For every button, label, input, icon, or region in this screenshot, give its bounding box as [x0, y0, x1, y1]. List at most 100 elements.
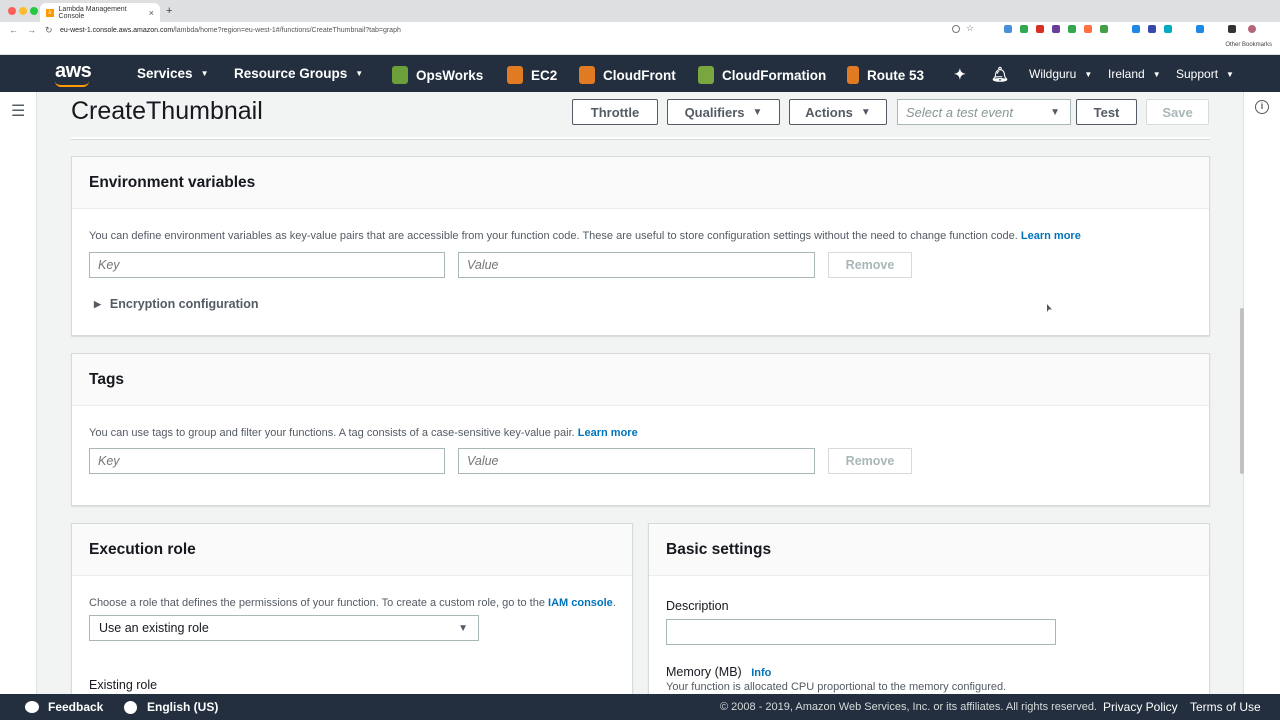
minimize-window-icon[interactable]	[19, 7, 27, 15]
extension-icon[interactable]	[1004, 25, 1012, 33]
env-remove-button[interactable]: Remove	[828, 252, 912, 278]
extension-icon[interactable]	[1148, 25, 1156, 33]
environment-variables-description: You can define environment variables as …	[89, 230, 1081, 242]
chevron-down-icon: ▼	[355, 69, 364, 78]
extension-icon[interactable]	[1052, 25, 1060, 33]
remove-label: Remove	[845, 258, 895, 272]
region-label: Ireland	[1108, 67, 1145, 81]
description-text: You can define environment variables as …	[89, 230, 1018, 242]
bookmarks-bar: Other Bookmarks	[0, 38, 1280, 55]
account-label: Wildguru	[1029, 67, 1077, 81]
encryption-label: Encryption configuration	[109, 297, 259, 311]
zoom-icon[interactable]	[952, 25, 960, 33]
info-icon[interactable]: i	[1255, 100, 1269, 114]
tab-title: Lambda Management Console	[58, 5, 127, 20]
resource-groups-menu[interactable]: Resource Groups ▼	[234, 66, 363, 81]
throttle-label: Throttle	[590, 104, 640, 120]
qualifiers-button[interactable]: Qualifiers ▼	[667, 99, 780, 125]
aws-logo[interactable]: aws	[55, 60, 92, 83]
extension-icon[interactable]	[1068, 25, 1076, 33]
env-key-input[interactable]	[89, 252, 445, 278]
terms-of-use-link[interactable]: Terms of Use	[1190, 700, 1261, 714]
left-sidebar	[0, 92, 37, 694]
extension-icon[interactable]	[1164, 25, 1172, 33]
route53-label: Route 53	[867, 67, 925, 83]
memory-info-link[interactable]: Info	[751, 667, 771, 679]
panel-header	[72, 354, 1209, 406]
copyright-text: © 2008 - 2019, Amazon Web Services, Inc.…	[720, 701, 1097, 713]
privacy-policy-link[interactable]: Privacy Policy	[1103, 700, 1178, 714]
route53-shortcut[interactable]: Route 53	[847, 66, 924, 84]
tag-value-input[interactable]	[458, 448, 815, 474]
tab-close-icon[interactable]: ×	[149, 8, 154, 18]
memory-hint: Your function is allocated CPU proportio…	[666, 681, 1007, 693]
route53-icon	[847, 66, 859, 84]
test-button[interactable]: Test	[1076, 99, 1137, 125]
extension-icon[interactable]	[1132, 25, 1140, 33]
cloudfront-shortcut[interactable]: CloudFront	[579, 66, 676, 84]
triangle-down-icon: ▼	[458, 622, 468, 634]
extension-icon[interactable]	[1084, 25, 1092, 33]
aws-top-nav: aws Services ▼ Resource Groups ▼ OpsWorks …	[0, 55, 1280, 92]
pin-icon[interactable]: ✦	[954, 66, 966, 83]
actions-label: Actions	[805, 104, 853, 120]
learn-more-link[interactable]: Learn more	[1021, 230, 1081, 242]
env-value-input[interactable]	[458, 252, 815, 278]
maximize-window-icon[interactable]	[30, 7, 38, 15]
tag-key-input[interactable]	[89, 448, 445, 474]
extension-icon[interactable]	[1196, 25, 1204, 33]
support-label: Support	[1176, 67, 1219, 81]
new-tab-button[interactable]: +	[166, 5, 172, 17]
extension-icon[interactable]	[1036, 25, 1044, 33]
hamburger-menu-icon[interactable]: ☰	[11, 101, 25, 121]
description-input[interactable]	[666, 619, 1056, 645]
iam-console-link[interactable]: IAM console	[548, 597, 613, 609]
bookmark-star-icon[interactable]: ☆	[966, 23, 974, 33]
throttle-button[interactable]: Throttle	[572, 99, 658, 125]
chevron-down-icon: ▼	[1226, 69, 1234, 79]
period: .	[612, 597, 616, 609]
triangle-down-icon: ▼	[1050, 106, 1060, 118]
cloudformation-shortcut[interactable]: CloudFormation	[698, 66, 826, 84]
region-menu[interactable]: Ireland ▼	[1108, 67, 1161, 81]
speech-bubble-icon	[25, 701, 39, 713]
execution-role-title: Execution role	[89, 541, 196, 558]
existing-role-label: Existing role	[89, 678, 158, 692]
browser-tab[interactable]: λ Lambda Management Console ×	[40, 3, 160, 22]
basic-settings-title: Basic settings	[666, 541, 772, 558]
account-menu[interactable]: Wildguru ▼	[1029, 67, 1092, 81]
extension-icon[interactable]	[1228, 25, 1236, 33]
scrollbar-thumb[interactable]	[1240, 308, 1244, 474]
language-selector[interactable]: English (US)	[124, 700, 218, 714]
ec2-icon	[507, 66, 523, 84]
remove-label: Remove	[845, 454, 895, 468]
ec2-shortcut[interactable]: EC2	[507, 66, 557, 84]
url-field[interactable]: eu-west-1.console.aws.amazon.com/lambda/…	[60, 25, 960, 36]
actions-button[interactable]: Actions ▼	[789, 99, 887, 125]
description-text: Choose a role that defines the permissio…	[89, 597, 545, 609]
close-window-icon[interactable]	[8, 7, 16, 15]
memory-label-row: Memory (MB) Info	[666, 665, 771, 679]
opsworks-shortcut[interactable]: OpsWorks	[392, 66, 483, 84]
profile-avatar[interactable]	[1248, 25, 1256, 33]
opsworks-icon	[392, 66, 408, 84]
services-menu[interactable]: Services ▼	[137, 66, 208, 81]
back-arrow-icon[interactable]: ←	[9, 25, 18, 35]
encryption-configuration-toggle[interactable]: ▶ Encryption configuration	[94, 297, 259, 311]
environment-variables-title: Environment variables	[89, 174, 256, 191]
role-select[interactable]: Use an existing role ▼	[89, 615, 479, 641]
test-event-select[interactable]: Select a test event ▼	[897, 99, 1071, 125]
feedback-button[interactable]: Feedback	[25, 700, 103, 714]
learn-more-link[interactable]: Learn more	[578, 427, 638, 439]
extension-icon[interactable]	[1100, 25, 1108, 33]
tag-remove-button[interactable]: Remove	[828, 448, 912, 474]
memory-label: Memory (MB)	[666, 665, 742, 679]
reload-icon[interactable]: ↻	[45, 25, 53, 36]
extension-icon[interactable]	[1020, 25, 1028, 33]
forward-arrow-icon[interactable]: →	[27, 25, 36, 35]
other-bookmarks[interactable]: Other Bookmarks	[1225, 42, 1272, 48]
save-button[interactable]: Save	[1146, 99, 1209, 125]
chevron-down-icon: ▼	[200, 69, 209, 78]
bell-icon[interactable]: 🔔︎	[991, 66, 1009, 83]
support-menu[interactable]: Support ▼	[1176, 67, 1234, 81]
